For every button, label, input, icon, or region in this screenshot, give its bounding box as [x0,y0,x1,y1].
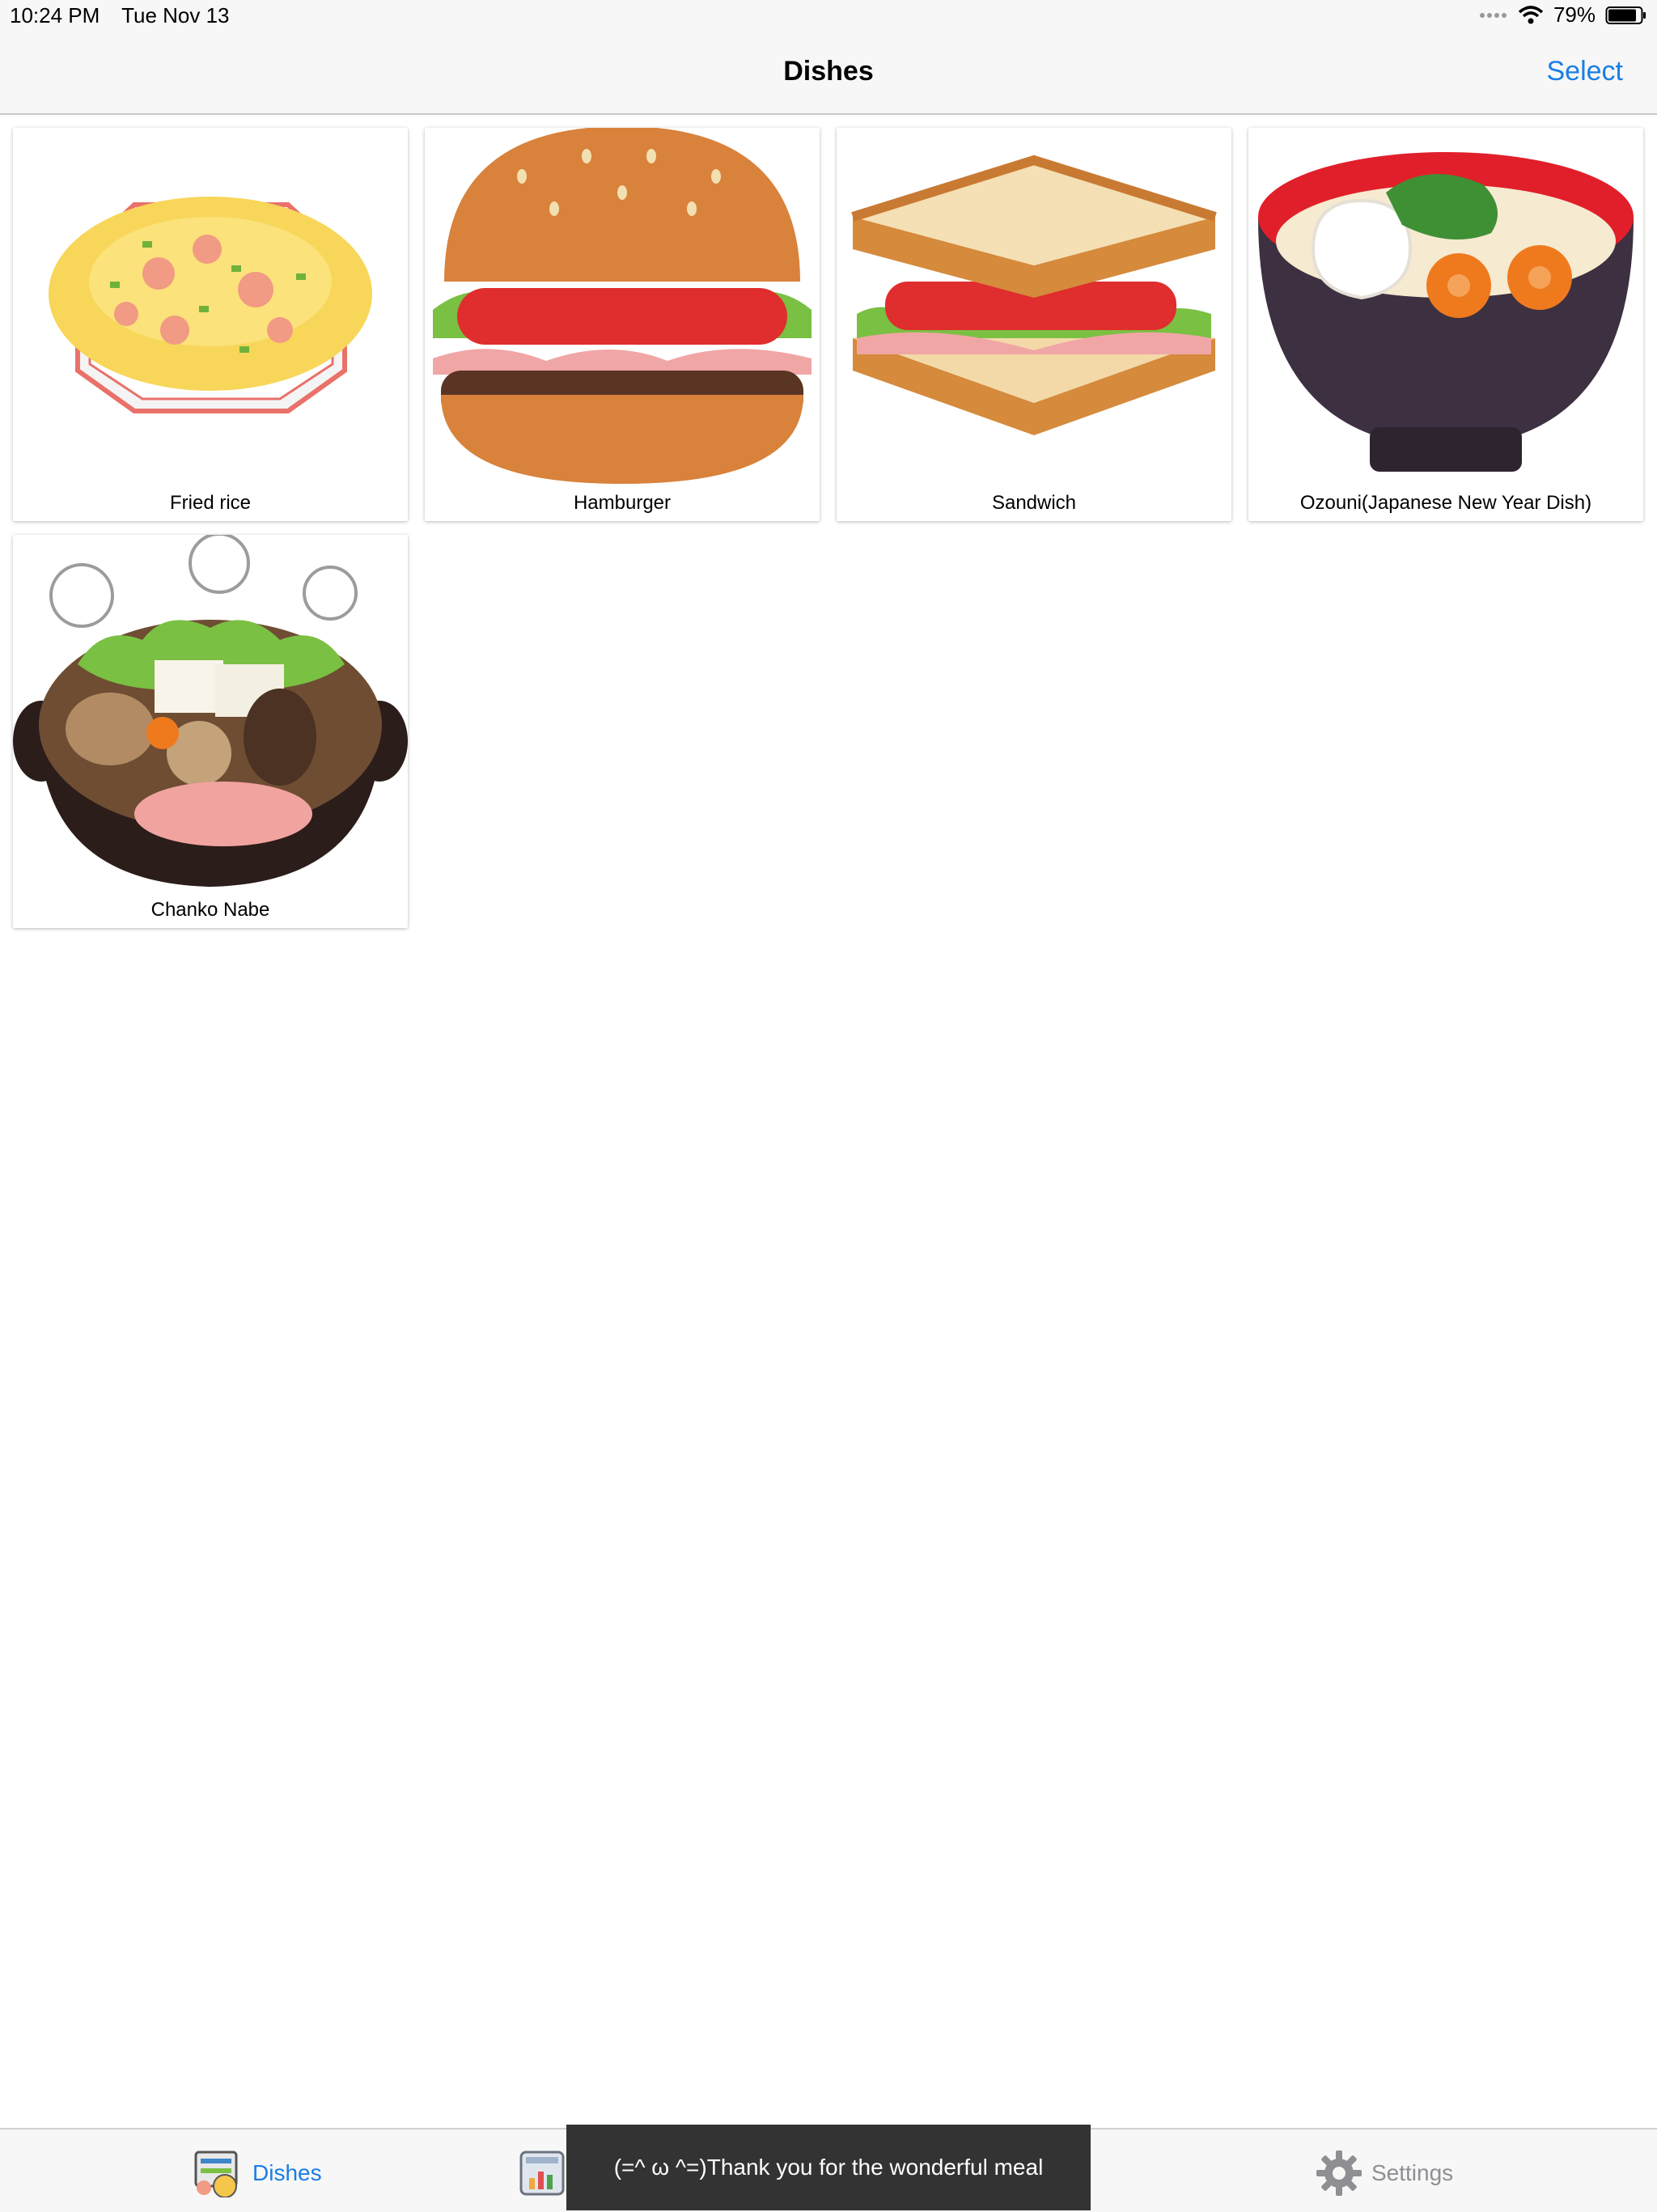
tab-label-settings: Settings [1371,2160,1454,2185]
hamburger-image [433,128,812,484]
status-date: Tue Nov 13 [121,3,230,28]
status-indicators: 79% [1479,2,1647,28]
status-time: 10:24 PM [10,3,100,28]
select-button[interactable]: Select [1547,56,1624,87]
dish-card-sandwich[interactable]: Sandwich [837,128,1231,521]
status-bar: 10:24 PM Tue Nov 13 79% [0,0,1657,32]
gear-icon [1316,2151,1362,2196]
chanko-nabe-image [13,535,408,887]
dish-label: Hamburger [573,492,672,514]
dish-card-fried-rice[interactable]: Fried rice [13,128,408,521]
wifi-icon [1518,5,1544,23]
tab-dishes[interactable]: Dishes [193,2149,322,2197]
fried-rice-image [49,197,372,413]
toast-message: (=^ ω ^=)Thank you for the wonderful mea… [566,2125,1091,2210]
sandwich-image [851,155,1217,435]
ozouni-image [1258,152,1634,472]
battery-percent: 79% [1553,2,1596,27]
navigation-bar: Dishes Select [0,32,1657,115]
dish-label: Ozouni(Japanese New Year Dish) [1299,492,1592,514]
status-time-date: 10:24 PM Tue Nov 13 [10,3,246,28]
dish-card-hamburger[interactable]: Hamburger [425,128,820,521]
toast-text: (=^ ω ^=)Thank you for the wonderful mea… [613,2155,1044,2180]
dish-label: Sandwich [991,492,1077,514]
dish-label: Fried rice [169,492,252,514]
battery-icon [1605,6,1646,24]
tab-label-dishes: Dishes [252,2160,322,2185]
tab-settings[interactable]: Settings [1315,2149,1453,2197]
chart-icon [519,2151,565,2196]
cellular-dots-icon [1479,12,1507,18]
dish-label: Chanko Nabe [150,899,270,921]
dish-card-chanko-nabe[interactable]: Chanko Nabe [13,535,408,928]
dishes-icon [194,2151,238,2197]
dish-card-ozouni[interactable]: Ozouni(Japanese New Year Dish) [1248,128,1643,521]
page-title: Dishes [783,56,874,87]
